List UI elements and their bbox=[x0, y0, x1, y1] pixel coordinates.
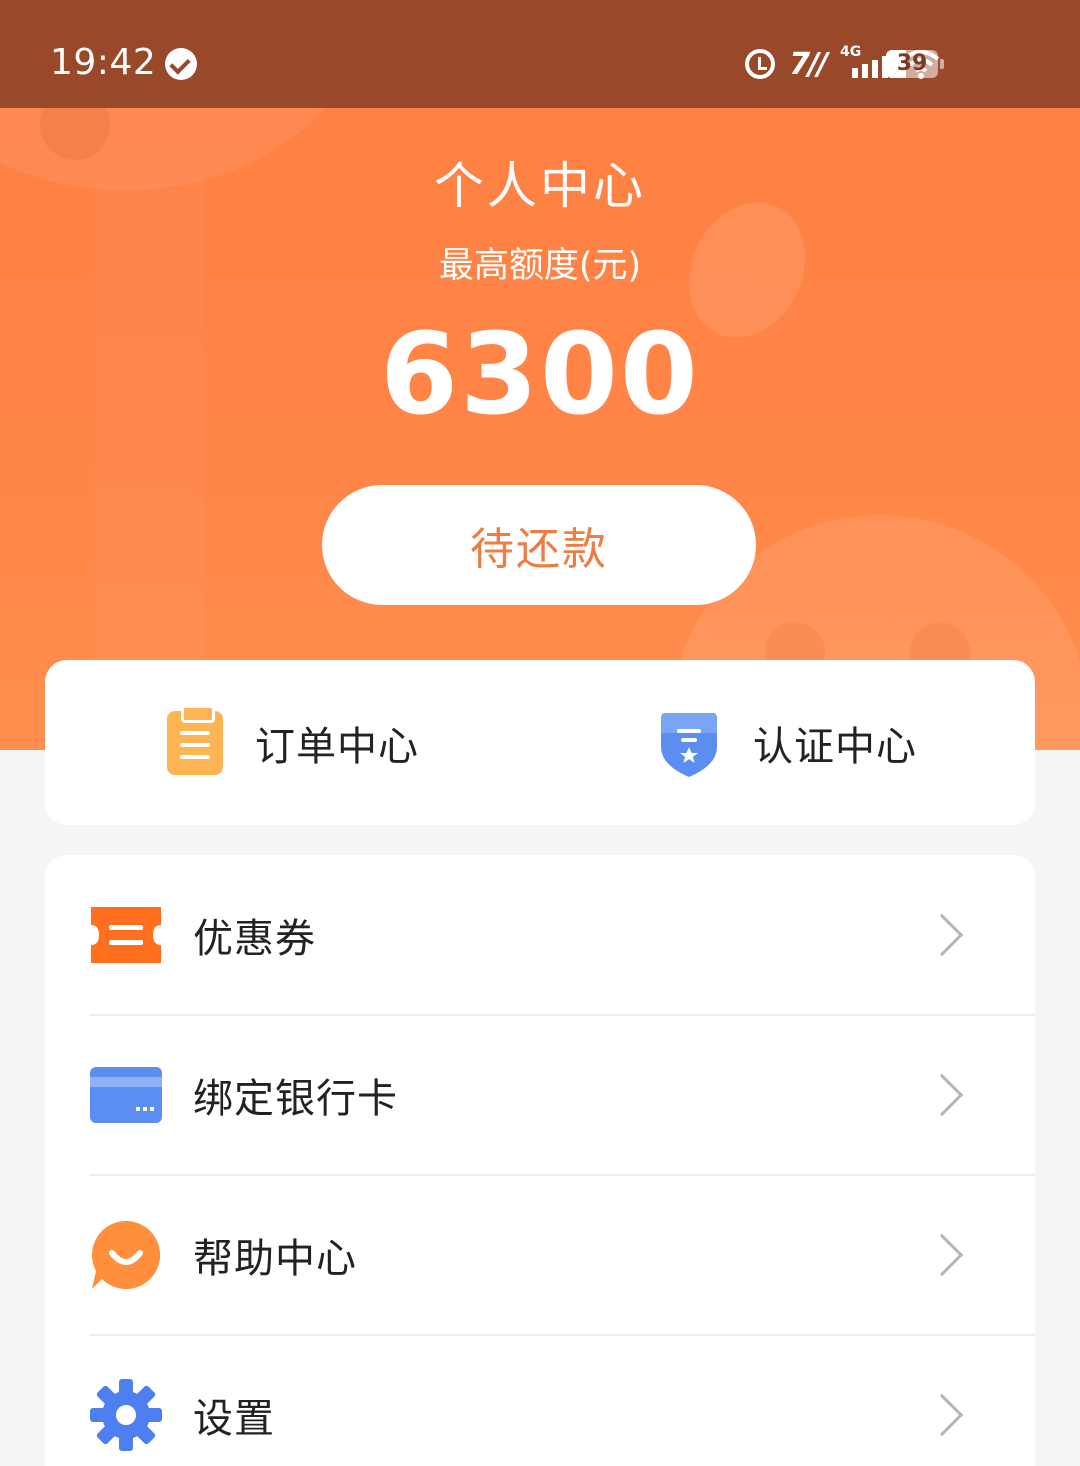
limit-label: 最高额度(元) bbox=[438, 246, 642, 286]
network-type: 4G bbox=[840, 44, 862, 60]
shield-star-icon bbox=[657, 707, 721, 779]
battery-icon: 39 bbox=[886, 50, 944, 78]
personal-center-page: 个人中心 最高额度(元) 6300 19:42 7// 4G 39 待还款 订单… bbox=[0, 0, 1080, 1466]
signal-icon: 4G bbox=[840, 44, 888, 82]
menu-item-bind-bank-card[interactable]: 绑定银行卡 bbox=[45, 1015, 1035, 1175]
verification-center-label: 认证中心 bbox=[753, 723, 917, 770]
coupon-icon bbox=[90, 899, 162, 971]
check-circle-icon bbox=[165, 48, 197, 80]
menu-item-label: 绑定银行卡 bbox=[193, 1076, 398, 1122]
gear-icon bbox=[90, 1379, 162, 1451]
header-background: 个人中心 最高额度(元) 6300 bbox=[0, 0, 1080, 750]
menu-item-help-center[interactable]: 帮助中心 bbox=[45, 1175, 1035, 1335]
menu-item-label: 帮助中心 bbox=[193, 1236, 357, 1282]
clipboard-icon bbox=[167, 704, 223, 775]
hd-icon: 7// bbox=[789, 46, 828, 82]
chevron-right-icon bbox=[920, 913, 964, 957]
menu-item-coupons[interactable]: 优惠券 bbox=[45, 855, 1035, 1015]
order-center-label: 订单中心 bbox=[255, 723, 419, 770]
menu-item-settings[interactable]: 设置 bbox=[45, 1335, 1035, 1466]
menu-item-label: 优惠券 bbox=[193, 916, 316, 962]
menu-list: 优惠券 绑定银行卡 帮助中心 设置 bbox=[45, 855, 1035, 1466]
verification-center-button[interactable]: 认证中心 bbox=[657, 660, 917, 825]
chevron-right-icon bbox=[920, 1233, 964, 1277]
chevron-right-icon bbox=[920, 1073, 964, 1117]
battery-level: 39 bbox=[896, 51, 928, 76]
quick-actions-card: 订单中心 认证中心 bbox=[45, 660, 1035, 825]
limit-amount: 6300 bbox=[380, 310, 700, 440]
smile-chat-icon bbox=[90, 1219, 162, 1291]
status-time: 19:42 bbox=[50, 42, 157, 83]
bank-card-icon bbox=[90, 1059, 162, 1131]
menu-item-label: 设置 bbox=[193, 1396, 275, 1442]
order-center-button[interactable]: 订单中心 bbox=[167, 660, 419, 825]
repay-button[interactable]: 待还款 bbox=[322, 485, 756, 605]
alarm-icon bbox=[745, 49, 776, 79]
page-title: 个人中心 bbox=[434, 157, 646, 215]
status-bar: 19:42 7// 4G 39 bbox=[0, 0, 1080, 108]
chevron-right-icon bbox=[920, 1393, 964, 1437]
